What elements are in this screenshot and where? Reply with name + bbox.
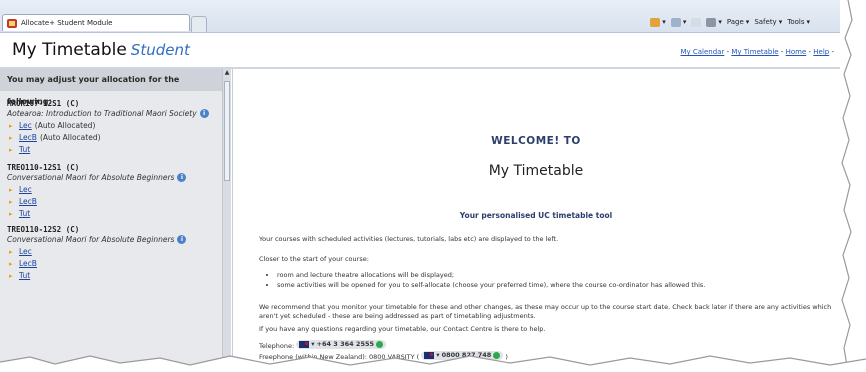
arrow-right-icon: ▸ [9,133,13,142]
telephone-label: Telephone: [259,342,295,350]
activity-note: (Auto Allocated) [39,133,101,142]
activity-item: ▸ Lec (Auto Allocated) [9,121,209,130]
safety-menu-label: Safety [754,18,777,26]
browser-tab[interactable]: Allocate+ Student Module [2,14,190,31]
telephone-number: +64 3 364 2555 [316,340,375,348]
course-name-text: Conversational Maori for Absolute Beginn… [7,173,175,182]
activity-link[interactable]: Lec [19,185,32,194]
sidebar-heading: You may adjust your allocation for the f… [0,69,222,106]
activity-item: ▸ Tut [9,271,186,280]
print-button[interactable]: ▾ [706,17,722,27]
sidebar-scrollbar[interactable]: ▲ [222,69,231,372]
activity-link[interactable]: LecB [19,133,37,142]
arrow-right-icon: ▸ [9,121,13,130]
telephone-number-badge[interactable]: ▾ +64 3 364 2555 [296,340,387,349]
call-icon [376,341,384,348]
feeds-button[interactable]: ▾ [670,17,686,27]
app-title-text: My Timetable [12,40,127,60]
activity-item: ▸ LecB [9,197,186,206]
main-title: My Timetable [488,163,584,179]
course-code: MAOR107-12S1 (C) [7,99,80,108]
course-name: Conversational Maori for Absolute Beginn… [7,235,187,244]
browser-tab-bar: Allocate+ Student Module ▾ ▾ ▾ Page ▾ Saf… [0,0,840,33]
app-subtitle: Student [130,41,190,59]
safety-menu[interactable]: Safety ▾ [754,18,782,26]
scroll-up-icon[interactable]: ▲ [223,69,231,78]
info-icon[interactable]: i [177,235,187,244]
print-icon [706,17,717,27]
app-favicon-icon [7,19,17,28]
activity-item: ▸ Lec [9,185,186,194]
arrow-right-icon: ▸ [9,197,13,206]
scrollbar-thumb[interactable] [224,81,230,181]
tools-menu[interactable]: Tools ▾ [787,18,810,26]
link-my-calendar[interactable]: My Calendar [680,48,724,56]
tools-menu-label: Tools [787,18,805,26]
arrow-right-icon: ▸ [9,259,13,268]
bullet-item: some activities will be opened for you t… [277,281,839,290]
activity-item: ▸ LecB (Auto Allocated) [9,133,209,142]
browser-tab-title: Allocate+ Student Module [21,19,113,27]
app-title: My Timetable Student [12,40,190,60]
bullet-item: room and lecture theatre allocations wil… [277,271,839,280]
command-bar: ▾ ▾ ▾ Page ▾ Safety ▾ Tools ▾ [650,14,810,30]
course-name: Conversational Maori for Absolute Beginn… [7,173,187,182]
course-name-text: Conversational Maori for Absolute Beginn… [7,235,175,244]
arrow-right-icon: ▸ [9,247,13,256]
activity-link[interactable]: LecB [19,197,37,206]
intro-paragraph: Your courses with scheduled activities (… [259,235,559,243]
activity-link[interactable]: LecB [19,259,37,268]
page-menu-label: Page [726,18,744,26]
home-icon [650,17,661,27]
activity-link[interactable]: Tut [19,209,30,218]
feeds-icon [670,17,681,27]
course-block: TREO110-12S2 (C) Conversational Maori fo… [7,225,187,280]
activity-link[interactable]: Lec [19,121,32,130]
activity-item: ▸ Lec [9,247,186,256]
activity-item: ▸ LecB [9,259,186,268]
torn-edge-right [841,0,866,372]
nz-flag-icon [299,341,310,348]
course-name-text: Aotearoa: Introduction to Traditional Ma… [7,109,197,118]
arrow-right-icon: ▸ [9,145,13,154]
link-my-timetable[interactable]: My Timetable [731,48,778,56]
start-bullets: room and lecture theatre allocations wil… [259,271,839,291]
app-header: My Timetable Student My Calendar - My Tim… [0,33,840,69]
tagline: Your personalised UC timetable tool [459,211,613,220]
page-menu[interactable]: Page ▾ [727,18,749,26]
arrow-right-icon: ▸ [9,209,13,218]
activity-link[interactable]: Lec [19,247,32,256]
course-name: Aotearoa: Introduction to Traditional Ma… [7,109,209,118]
mail-button[interactable] [691,17,702,27]
home-button[interactable]: ▾ [650,17,666,27]
activity-link[interactable]: Tut [19,145,30,154]
info-icon[interactable]: i [177,173,187,182]
questions-paragraph: If you have any questions regarding your… [259,325,546,333]
activity-item: ▸ Tut [9,145,209,154]
welcome-heading: WELCOME! TO [491,135,581,147]
info-icon[interactable]: i [199,109,209,118]
new-tab-button[interactable] [191,16,207,32]
arrow-right-icon: ▸ [9,271,13,280]
mail-icon [691,17,702,27]
course-block: TREO110-12S1 (C) Conversational Maori fo… [7,163,187,218]
monitor-paragraph: We recommend that you monitor your timet… [259,303,832,320]
activity-note: (Auto Allocated) [34,121,96,130]
activity-item: ▸ Tut [9,209,186,218]
course-code: TREO110-12S1 (C) [7,163,80,172]
top-links: My Calendar - My Timetable - Home - Help… [680,48,834,56]
link-help[interactable]: Help [813,48,829,56]
link-home[interactable]: Home [786,48,807,56]
start-paragraph: Closer to the start of your course: [259,255,369,263]
sidebar: You may adjust your allocation for the f… [0,69,223,372]
course-block: MAOR107-12S1 (C) Aotearoa: Introduction … [7,99,209,154]
torn-edge-bottom [0,355,866,372]
activity-link[interactable]: Tut [19,271,30,280]
arrow-right-icon: ▸ [9,185,13,194]
course-code: TREO110-12S2 (C) [7,225,80,234]
